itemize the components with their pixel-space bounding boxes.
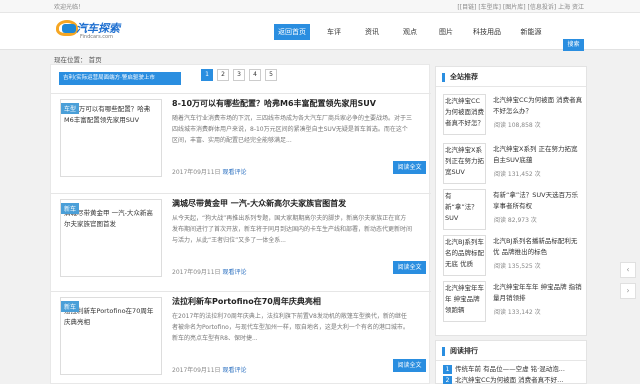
recommend-title[interactable]: 北汽绅宝年车年 绅宝品牌 指销量月销领排 bbox=[493, 282, 583, 304]
nav-pictures[interactable]: 图片 bbox=[432, 24, 460, 40]
scroll-down-icon[interactable]: › bbox=[620, 283, 636, 299]
article-title[interactable]: 法拉利新车Portofino在70周年庆典亮相 bbox=[172, 296, 321, 307]
recommend-item[interactable]: 有新“拿”法？SUV 有新“拿”法？SUV天选百万乐享事者所有权 阅读 82,9… bbox=[443, 189, 583, 233]
nav-news[interactable]: 资讯 bbox=[358, 24, 386, 40]
article-item: 满城尽带黄金甲 一汽-大众新高尔夫家族官图首发 新车 满城尽带黄金甲 一汽-大众… bbox=[51, 193, 431, 289]
logo-domain: Findcars.com bbox=[80, 34, 113, 40]
nav-home[interactable]: 返回首页 bbox=[274, 24, 310, 40]
recommend-title[interactable]: 北汽绅宝X系列 正在努力拓宽自主SUV底蕴 bbox=[493, 144, 583, 166]
rank-title[interactable]: 北汽绅宝CC为何被面 消费者真不好... bbox=[455, 376, 563, 384]
article-meta: 2017年09月11日 观看评论 bbox=[172, 365, 246, 374]
category-badge: 新车 bbox=[61, 203, 80, 214]
article-date: 2017年09月11日 bbox=[172, 169, 221, 176]
view-count: 阅读 135,525 次 bbox=[494, 263, 541, 270]
nav-tech[interactable]: 科技用品 bbox=[468, 24, 506, 40]
top-links[interactable]: [[目链] [车型库] [图片库] [信息投诉] 上海 资江 bbox=[457, 2, 584, 11]
rank-item[interactable]: 2 北汽绅宝CC为何被面 消费者真不好... bbox=[443, 374, 563, 384]
site-logo[interactable]: 汽车探索 Findcars.com bbox=[56, 18, 128, 44]
recommend-thumbnail[interactable]: 有新“拿”法？SUV bbox=[443, 189, 486, 230]
nav-opinion[interactable]: 观点 bbox=[396, 24, 424, 40]
article-item: 法拉利新车Portofino在70周年庆典亮相 新车 法拉利新车Portofin… bbox=[51, 291, 431, 384]
comments-link[interactable]: 观看评论 bbox=[222, 169, 246, 176]
page-2[interactable]: 2 bbox=[217, 69, 229, 81]
promo-link[interactable]: 吉利(实际运营局面端方·警启驱驶上市 bbox=[59, 72, 181, 85]
view-count: 阅读 131,452 次 bbox=[494, 171, 541, 178]
read-more-button[interactable]: 阅读全文 bbox=[393, 359, 426, 372]
recommend-title[interactable]: 北汽BJ系列名播新品标配利无优 品牌推出的标色 bbox=[493, 236, 583, 258]
rank-item[interactable]: 1 传统车前 有品位——空虚 铭·混动泡... bbox=[443, 363, 565, 374]
comments-link[interactable]: 观看评论 bbox=[222, 367, 246, 374]
article-summary: 从今天起，“狗大战”再推出系列专题，国大家期期高尔夫的脚步，新高尔夫家族正在官方… bbox=[172, 215, 412, 244]
category-badge: 新车 bbox=[61, 301, 80, 312]
page-5[interactable]: 5 bbox=[265, 69, 277, 81]
view-count: 阅读 133,142 次 bbox=[494, 309, 541, 316]
article-thumbnail[interactable]: 满城尽带黄金甲 一汽-大众新高尔夫家族官图首发 新车 bbox=[60, 199, 162, 277]
comments-link[interactable]: 观看评论 bbox=[222, 269, 246, 276]
recommend-thumbnail[interactable]: 北汽绅宝年车年 绅宝品牌领跑辆 bbox=[443, 281, 486, 322]
article-title[interactable]: 满城尽带黄金甲 一汽-大众新高尔夫家族官图首发 bbox=[172, 198, 346, 209]
article-meta: 2017年09月11日 观看评论 bbox=[172, 267, 246, 276]
nav-reviews[interactable]: 车评 bbox=[320, 24, 348, 40]
welcome-text: 欢迎光临！ bbox=[54, 4, 85, 11]
scroll-up-icon[interactable]: ‹ bbox=[620, 262, 636, 278]
search-button[interactable]: 搜索 bbox=[563, 39, 584, 51]
recommend-title[interactable]: 有新“拿”法？SUV天选百万乐享事者所有权 bbox=[493, 190, 583, 212]
header-accent bbox=[442, 73, 445, 82]
page-1[interactable]: 1 bbox=[201, 69, 213, 81]
rank-number: 2 bbox=[443, 376, 452, 384]
recommend-item[interactable]: 北汽绅宝CC为何被面消费者真不好怎？ 北汽绅宝CC为何被面 消费者真不好怎么办？… bbox=[443, 94, 583, 138]
header-accent bbox=[442, 347, 445, 356]
read-more-button[interactable]: 阅读全文 bbox=[393, 261, 426, 274]
view-count: 阅读 82,973 次 bbox=[494, 217, 537, 224]
recommend-item[interactable]: 北汽BJ系列车名的品牌标配无底 优质 北汽BJ系列名播新品标配利无优 品牌推出的… bbox=[443, 235, 583, 279]
article-thumbnail[interactable]: 法拉利新车Portofino在70周年庆典亮相 新车 bbox=[60, 297, 162, 375]
read-more-button[interactable]: 阅读全文 bbox=[393, 161, 426, 174]
recommend-panel: 全站推荐 北汽绅宝CC为何被面消费者真不好怎？ 北汽绅宝CC为何被面 消费者真不… bbox=[435, 66, 587, 336]
logo-car-icon bbox=[62, 24, 76, 33]
article-title[interactable]: 8-10万可以有哪些配置？哈弗M6丰富配置领先家用SUV bbox=[172, 98, 376, 109]
rank-number: 1 bbox=[443, 365, 452, 374]
article-list: 吉利(实际运营局面端方·警启驱驶上市 1 2 3 4 5 8-10万可以有哪些配… bbox=[50, 64, 431, 384]
nav-new-energy[interactable]: 新能源 bbox=[516, 24, 546, 40]
recommend-thumbnail[interactable]: 北汽BJ系列车名的品牌标配无底 优质 bbox=[443, 235, 486, 276]
panel-header: 阅读排行 bbox=[436, 341, 586, 361]
panel-title: 全站推荐 bbox=[450, 73, 478, 81]
ranking-panel: 阅读排行 1 传统车前 有品位——空虚 铭·混动泡... 2 北汽绅宝CC为何被面 … bbox=[435, 340, 587, 384]
page-3[interactable]: 3 bbox=[233, 69, 245, 81]
panel-header: 全站推荐 bbox=[436, 67, 586, 87]
panel-title: 阅读排行 bbox=[450, 347, 478, 355]
rank-title[interactable]: 传统车前 有品位——空虚 铭·混动泡... bbox=[455, 365, 565, 373]
page-4[interactable]: 4 bbox=[249, 69, 261, 81]
sidebar: 全站推荐 北汽绅宝CC为何被面消费者真不好怎？ 北汽绅宝CC为何被面 消费者真不… bbox=[435, 66, 587, 384]
recommend-thumbnail[interactable]: 北汽绅宝X系列正在努力拓宽SUV bbox=[443, 143, 486, 184]
site-header: 汽车探索 Findcars.com 返回首页 车评 资讯 观点 图片 科技用品 … bbox=[0, 13, 640, 51]
article-summary: 在2017年的法拉利70周年庆典上，法拉利旗下前置V8发动机的敞篷车型换代，新的… bbox=[172, 313, 409, 342]
breadcrumb: 现在位置： 首页 bbox=[54, 56, 102, 64]
top-bar: 欢迎光临！ [[目链] [车型库] [图片库] [信息投诉] 上海 资江 bbox=[0, 0, 640, 13]
article-thumbnail[interactable]: 8-10万可以有哪些配置？哈弗M6丰富配置领先家用SUV 车型 bbox=[60, 99, 162, 177]
recommend-thumbnail[interactable]: 北汽绅宝CC为何被面消费者真不好怎？ bbox=[443, 94, 486, 135]
article-date: 2017年09月11日 bbox=[172, 269, 221, 276]
article-summary: 随着汽车行业消费市场的下沉，三四线市场成为各大汽车厂商兵家必争的主要战场。对于三… bbox=[172, 115, 412, 144]
article-meta: 2017年09月11日 观看评论 bbox=[172, 167, 246, 176]
recommend-item[interactable]: 北汽绅宝X系列正在努力拓宽SUV 北汽绅宝X系列 正在努力拓宽自主SUV底蕴 阅… bbox=[443, 143, 583, 187]
view-count: 阅读 108,858 次 bbox=[494, 122, 541, 129]
article-item: 8-10万可以有哪些配置？哈弗M6丰富配置领先家用SUV 车型 8-10万可以有… bbox=[51, 93, 431, 189]
article-date: 2017年09月11日 bbox=[172, 367, 221, 374]
recommend-item[interactable]: 北汽绅宝年车年 绅宝品牌领跑辆 北汽绅宝年车年 绅宝品牌 指销量月销领排 阅读 … bbox=[443, 281, 583, 325]
recommend-title[interactable]: 北汽绅宝CC为何被面 消费者真不好怎么办？ bbox=[493, 95, 583, 117]
category-badge: 车型 bbox=[61, 103, 80, 114]
